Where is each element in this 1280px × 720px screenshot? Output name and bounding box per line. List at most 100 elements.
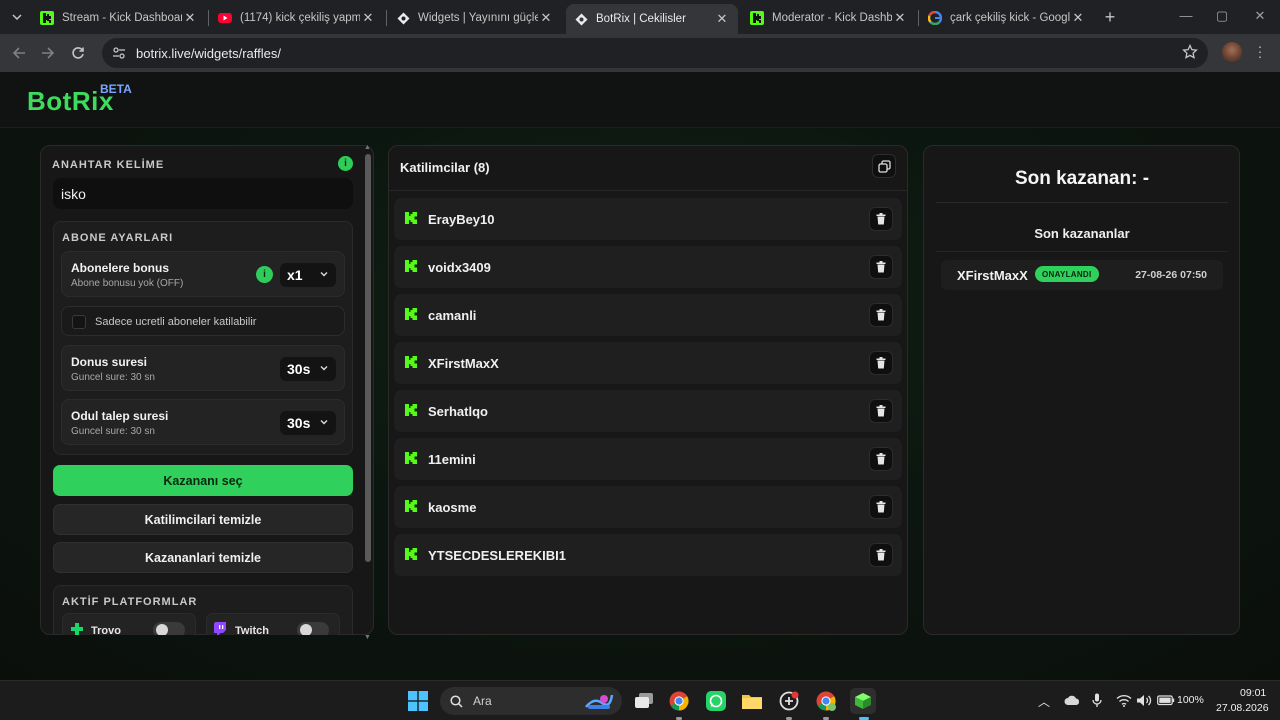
pick-winner-button[interactable]: Kazananı seç bbox=[53, 465, 353, 496]
clear-winners-button[interactable]: Kazananlari temizle bbox=[53, 542, 353, 573]
wifi-icon[interactable] bbox=[1116, 694, 1132, 707]
participant-row: YTSECDESLEREKIBI1 bbox=[394, 534, 902, 576]
tab-search-button[interactable] bbox=[6, 6, 28, 28]
chrome-icon[interactable] bbox=[667, 689, 691, 713]
address-bar[interactable]: botrix.live/widgets/raffles/ bbox=[102, 38, 1208, 68]
participant-row: Serhatlqo bbox=[394, 390, 902, 432]
task-view-icon[interactable] bbox=[632, 689, 656, 713]
back-icon[interactable] bbox=[8, 42, 30, 64]
chrome-profile-icon[interactable] bbox=[814, 689, 838, 713]
delete-participant-button[interactable] bbox=[869, 207, 893, 231]
close-icon[interactable]: ✕ bbox=[538, 10, 554, 26]
youtube-icon bbox=[218, 11, 232, 25]
minimize-icon[interactable]: — bbox=[1176, 8, 1196, 23]
search-highlight-icon bbox=[584, 691, 614, 711]
clear-participants-button[interactable]: Katilimcilari temizle bbox=[53, 504, 353, 535]
info-icon[interactable]: i bbox=[338, 156, 353, 171]
paid-only-label: Sadece ucretli aboneler katilabilir bbox=[95, 316, 257, 328]
battery-icon[interactable] bbox=[1157, 694, 1175, 706]
new-tab-button[interactable]: + bbox=[1100, 8, 1120, 26]
beta-badge: BETA bbox=[100, 82, 132, 96]
tab-title: Widgets | Yayınını güçlendi bbox=[418, 12, 538, 24]
delete-participant-button[interactable] bbox=[869, 447, 893, 471]
subscriber-bonus-select[interactable]: x1 bbox=[280, 263, 336, 287]
delete-participant-button[interactable] bbox=[869, 399, 893, 423]
profile-avatar[interactable] bbox=[1222, 42, 1242, 62]
divider bbox=[936, 202, 1228, 203]
tab-title: çark çekiliş kick - Google'd bbox=[950, 12, 1070, 24]
microphone-icon[interactable] bbox=[1092, 693, 1102, 708]
browser-toolbar: botrix.live/widgets/raffles/ bbox=[0, 34, 1280, 72]
forward-icon[interactable] bbox=[37, 42, 59, 64]
tab-kick-stream[interactable]: Stream - Kick Dashboard ✕ bbox=[32, 4, 206, 32]
scroll-up-icon[interactable]: ▲ bbox=[364, 144, 371, 151]
kick-icon bbox=[404, 355, 418, 369]
paid-only-row[interactable]: Sadece ucretli aboneler katilabilir bbox=[61, 306, 345, 336]
scrollbar-thumb[interactable] bbox=[365, 154, 371, 562]
close-icon[interactable]: ✕ bbox=[892, 10, 908, 26]
clock-date[interactable]: 27.08.2026 bbox=[1216, 702, 1269, 714]
tab-youtube[interactable]: (1174) kick çekiliş yapma - ✕ bbox=[210, 4, 384, 32]
participant-name: Serhatlqo bbox=[428, 404, 488, 419]
close-icon[interactable]: ✕ bbox=[1070, 10, 1086, 26]
url-text[interactable]: botrix.live/widgets/raffles/ bbox=[136, 46, 281, 61]
tab-google[interactable]: çark çekiliş kick - Google'd ✕ bbox=[920, 4, 1094, 32]
keyword-label: ANAHTAR KELİME bbox=[52, 159, 165, 171]
info-icon[interactable]: i bbox=[256, 266, 273, 283]
clock-time[interactable]: 09:01 bbox=[1240, 687, 1266, 699]
active-app-icon[interactable] bbox=[850, 688, 876, 714]
more-options-icon[interactable]: · · · bbox=[1256, 39, 1264, 63]
claim-duration-select[interactable]: 30s bbox=[280, 411, 336, 435]
tab-widgets[interactable]: Widgets | Yayınını güçlendi ✕ bbox=[388, 4, 562, 32]
delete-participant-button[interactable] bbox=[869, 543, 893, 567]
delete-participant-button[interactable] bbox=[869, 303, 893, 327]
participant-row: ErayBey10 bbox=[394, 198, 902, 240]
recent-winners-label: Son kazananlar bbox=[1034, 226, 1130, 241]
scroll-down-icon[interactable]: ▼ bbox=[364, 634, 371, 641]
trash-icon bbox=[876, 501, 886, 513]
paid-only-checkbox[interactable] bbox=[72, 315, 86, 329]
copy-participants-button[interactable] bbox=[872, 154, 896, 178]
close-icon[interactable]: ✕ bbox=[182, 10, 198, 26]
subscriber-bonus-row: Abonelere bonus Abone bonusu yok (OFF) i… bbox=[61, 251, 345, 297]
select-value: x1 bbox=[287, 267, 303, 283]
bookmark-star-icon[interactable] bbox=[1182, 44, 1198, 60]
maximize-icon[interactable]: ▢ bbox=[1212, 8, 1232, 24]
delete-participant-button[interactable] bbox=[869, 255, 893, 279]
chevron-up-icon[interactable]: ︿ bbox=[1038, 693, 1050, 710]
delete-participant-button[interactable] bbox=[869, 351, 893, 375]
file-explorer-icon[interactable] bbox=[740, 689, 764, 713]
app-icon[interactable] bbox=[777, 689, 801, 713]
participant-name: camanli bbox=[428, 308, 477, 323]
participants-panel: Katilimcilar (8) ErayBey10 voidx3409 caman… bbox=[388, 145, 908, 635]
participant-name: kaosme bbox=[428, 500, 477, 515]
participant-name: ErayBey10 bbox=[428, 212, 495, 227]
close-window-icon[interactable]: ✕ bbox=[1250, 8, 1270, 24]
winners-panel: Son kazanan: - Son kazananlar XFirstMaxX… bbox=[923, 145, 1240, 635]
taskbar-search[interactable]: Ara bbox=[440, 687, 622, 715]
close-icon[interactable]: ✕ bbox=[714, 11, 730, 27]
copy-icon bbox=[877, 159, 891, 173]
site-info-icon[interactable] bbox=[112, 46, 126, 60]
kick-icon bbox=[404, 307, 418, 321]
spin-duration-select[interactable]: 30s bbox=[280, 357, 336, 381]
subscriber-bonus-title: Abonelere bonus bbox=[71, 261, 170, 275]
settings-scrollbar[interactable]: ▲ ▼ bbox=[364, 144, 371, 641]
delete-participant-button[interactable] bbox=[869, 495, 893, 519]
divider bbox=[936, 251, 1228, 252]
reload-icon[interactable] bbox=[67, 42, 89, 64]
raffle-settings-panel: ANAHTAR KELİME i isko ABONE AYARLARI Abo… bbox=[40, 145, 374, 635]
windows-start-icon[interactable] bbox=[406, 689, 430, 713]
claim-duration-sub: Guncel sure: 30 sn bbox=[71, 426, 155, 437]
close-icon[interactable]: ✕ bbox=[360, 10, 376, 26]
volume-icon[interactable] bbox=[1136, 694, 1152, 707]
spin-duration-title: Donus suresi bbox=[71, 355, 148, 369]
tab-kick-moderator[interactable]: Moderator - Kick Dashboa ✕ bbox=[742, 4, 916, 32]
keyword-input[interactable]: isko bbox=[53, 178, 353, 209]
divider bbox=[389, 190, 907, 191]
tab-botrix-raffles[interactable]: BotRix | Cekilisler ✕ bbox=[566, 4, 738, 34]
spin-duration-row: Donus suresi Guncel sure: 30 sn 30s bbox=[61, 345, 345, 391]
whatsapp-icon[interactable] bbox=[704, 689, 728, 713]
onedrive-icon[interactable] bbox=[1064, 694, 1080, 706]
claim-duration-row: Odul talep suresi Guncel sure: 30 sn 30s bbox=[61, 399, 345, 445]
